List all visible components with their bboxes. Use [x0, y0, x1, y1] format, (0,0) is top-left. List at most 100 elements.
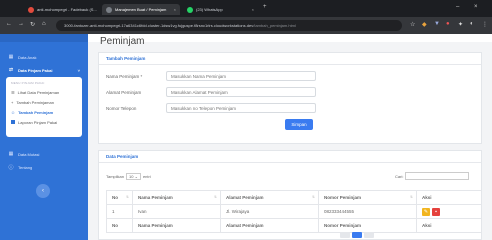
user-plus-icon: ☺: [11, 109, 16, 115]
extension-icon[interactable]: ●: [446, 21, 450, 27]
list-icon: ☰: [11, 89, 15, 95]
browser-tab-active[interactable]: Manajemen Buat / Peminjam ×: [102, 4, 180, 15]
submenu-label: Tambah Peminjam: [18, 109, 54, 115]
address-bar[interactable]: 3000-fantozer-anti-mohompegri-17a6341c6f…: [56, 20, 402, 31]
peminjam-table: No ⇅ Nama Peminjam ⇅ Alamat Peminjam ⇅ Nomo…: [106, 190, 482, 233]
browser-tab-bar: anti-mohompegri - Fadebauk (S... × Manaj…: [0, 0, 492, 17]
sort-icon: ⇅: [126, 195, 129, 199]
grid-icon: ▦: [8, 54, 14, 60]
sidebar-item-tentang[interactable]: ⓘ Tentang: [0, 162, 88, 172]
submenu-item-tambah-peminjaman[interactable]: + Tambah Peminjaman: [6, 97, 82, 107]
cell-aksi: ✎ ▪: [416, 204, 481, 219]
submenu-label: Lihat Data Peminjaman: [17, 89, 60, 95]
pagination-page-current[interactable]: [352, 232, 362, 238]
star-icon[interactable]: ☆: [410, 21, 415, 28]
info-icon: ⓘ: [8, 164, 14, 171]
reload-icon[interactable]: ↻: [30, 21, 35, 28]
tab-favicon-icon: [28, 6, 34, 13]
back-icon[interactable]: ←: [6, 21, 12, 27]
tab-favicon-icon: [187, 6, 193, 13]
header-label: Aksi: [422, 195, 432, 200]
browser-tab[interactable]: anti-mohompegri - Fadebauk (S... ×: [24, 4, 99, 15]
submenu-item-lihat-data[interactable]: ☰ Lihat Data Peminjaman: [6, 87, 82, 97]
field-label: Alamat Peminjam: [106, 89, 142, 95]
extensions-puzzle-icon[interactable]: ✦: [458, 21, 463, 28]
chevron-left-icon: ‹: [42, 188, 44, 194]
table-header-row: No ⇅ Nama Peminjam ⇅ Alamat Peminjam ⇅ Nomo…: [106, 190, 482, 205]
profile-icon[interactable]: ◐: [470, 21, 474, 27]
extension-icon[interactable]: ◆: [422, 21, 427, 28]
footer-nomor: Nomor Peminjam: [318, 218, 417, 233]
new-tab-icon[interactable]: +: [263, 4, 267, 10]
chevron-down-icon: ˅: [77, 67, 80, 73]
sidebar: ▦ Data Anak ⇄ Data Pinjam Pakai ˅ MENU P…: [0, 34, 88, 240]
close-icon[interactable]: ×: [174, 7, 176, 12]
search-control: Cari:: [395, 172, 470, 180]
length-control: Tampilkan 10 ⌄ entri: [106, 173, 151, 180]
footer-no: No: [106, 218, 133, 233]
minimize-icon[interactable]: –: [456, 4, 459, 10]
sort-icon: ⇅: [481, 195, 482, 199]
column-header-alamat[interactable]: Alamat Peminjam ⇅: [220, 190, 319, 205]
submenu-item-laporan[interactable]: Laporan Pinjam Pakai: [6, 117, 82, 127]
sidebar-item-label: Data Anak: [18, 54, 37, 60]
entries-value: 10: [129, 174, 134, 179]
pagination-prev[interactable]: [340, 232, 350, 238]
submenu-label: Laporan Pinjam Pakai: [18, 119, 58, 125]
forward-icon[interactable]: →: [18, 21, 24, 27]
entries-select[interactable]: 10 ⌄: [126, 173, 141, 180]
footer-aksi: Aksi: [416, 218, 481, 233]
url-text: 3000-fantozer-anti-mohompegri-17a6341c6f…: [64, 23, 254, 28]
close-window-icon[interactable]: ×: [474, 4, 478, 10]
column-header-no[interactable]: No ⇅: [106, 190, 133, 205]
column-header-nomor[interactable]: Nomor Peminjam ⇅: [318, 190, 417, 205]
sidebar-item-label: Data Pinjam Pakai: [18, 67, 53, 73]
grid-icon: ▦: [8, 151, 14, 157]
edit-icon[interactable]: ✎: [422, 207, 430, 216]
sort-icon: ⇅: [214, 195, 217, 199]
form-row-nama: Nama Peminjam *: [106, 71, 316, 81]
column-header-nama[interactable]: Nama Peminjam ⇅: [132, 190, 221, 205]
alamat-peminjam-input[interactable]: [166, 87, 316, 97]
form-row-alamat: Alamat Peminjam: [106, 87, 316, 97]
close-icon[interactable]: ×: [252, 7, 254, 12]
nama-peminjam-input[interactable]: [166, 71, 316, 81]
search-label: Cari:: [395, 173, 404, 179]
menu-icon[interactable]: ⋮: [482, 21, 488, 28]
pagination-next[interactable]: [364, 232, 374, 238]
column-header-aksi[interactable]: Aksi ⇅: [416, 190, 482, 205]
cell-alamat: Jl. Wirajaya: [220, 204, 319, 219]
plus-icon: +: [11, 99, 14, 105]
table-row: 1 Ivan Jl. Wirajaya 082333444555 ✎ ▪: [106, 204, 481, 219]
submenu-item-tambah-peminjam[interactable]: ☺ Tambah Peminjam: [6, 107, 82, 117]
header-label: Nama Peminjam: [138, 195, 173, 200]
sidebar-item-data-anak[interactable]: ▦ Data Anak: [0, 52, 88, 62]
trash-icon[interactable]: ▪: [432, 207, 440, 216]
table-footer-row: No Nama Peminjam Alamat Peminjam Nomor P…: [106, 218, 481, 233]
sidebar-item-label: Data Mutasi: [18, 151, 40, 157]
search-input[interactable]: [405, 172, 470, 180]
nomor-telepon-input[interactable]: [166, 103, 316, 113]
table-card-title: Data Peminjam: [99, 151, 481, 163]
header-label: Nomor Peminjam: [324, 195, 362, 200]
sidebar-brand: [0, 34, 88, 42]
sidebar-item-data-mutasi[interactable]: ▦ Data Mutasi: [0, 149, 88, 159]
extension-icon[interactable]: ▼: [434, 21, 440, 27]
sidebar-submenu: MENU PINJAM PAKAI ☰ Lihat Data Peminjama…: [6, 77, 82, 137]
report-icon: [11, 120, 15, 124]
sidebar-toggle-button[interactable]: ‹: [36, 184, 50, 198]
pagination: [340, 232, 374, 240]
show-label: Tampilkan: [106, 174, 125, 179]
sort-icon: ⇅: [312, 195, 315, 199]
field-label: Nama Peminjam *: [106, 73, 143, 79]
header-label: No: [112, 195, 118, 200]
page-title: Peminjam: [100, 36, 145, 47]
sidebar-item-data-pinjam-pakai[interactable]: ⇄ Data Pinjam Pakai ˅: [0, 65, 88, 75]
browser-tab[interactable]: (23) WhatsApp ×: [183, 4, 258, 15]
row-actions: ✎ ▪: [422, 207, 481, 216]
field-label: Nomor Telepon: [106, 105, 137, 111]
save-button[interactable]: Simpan: [285, 119, 313, 130]
footer-nama: Nama Peminjam: [132, 218, 221, 233]
header-label: Alamat Peminjam: [226, 195, 264, 200]
home-icon[interactable]: ⌂: [42, 21, 46, 27]
